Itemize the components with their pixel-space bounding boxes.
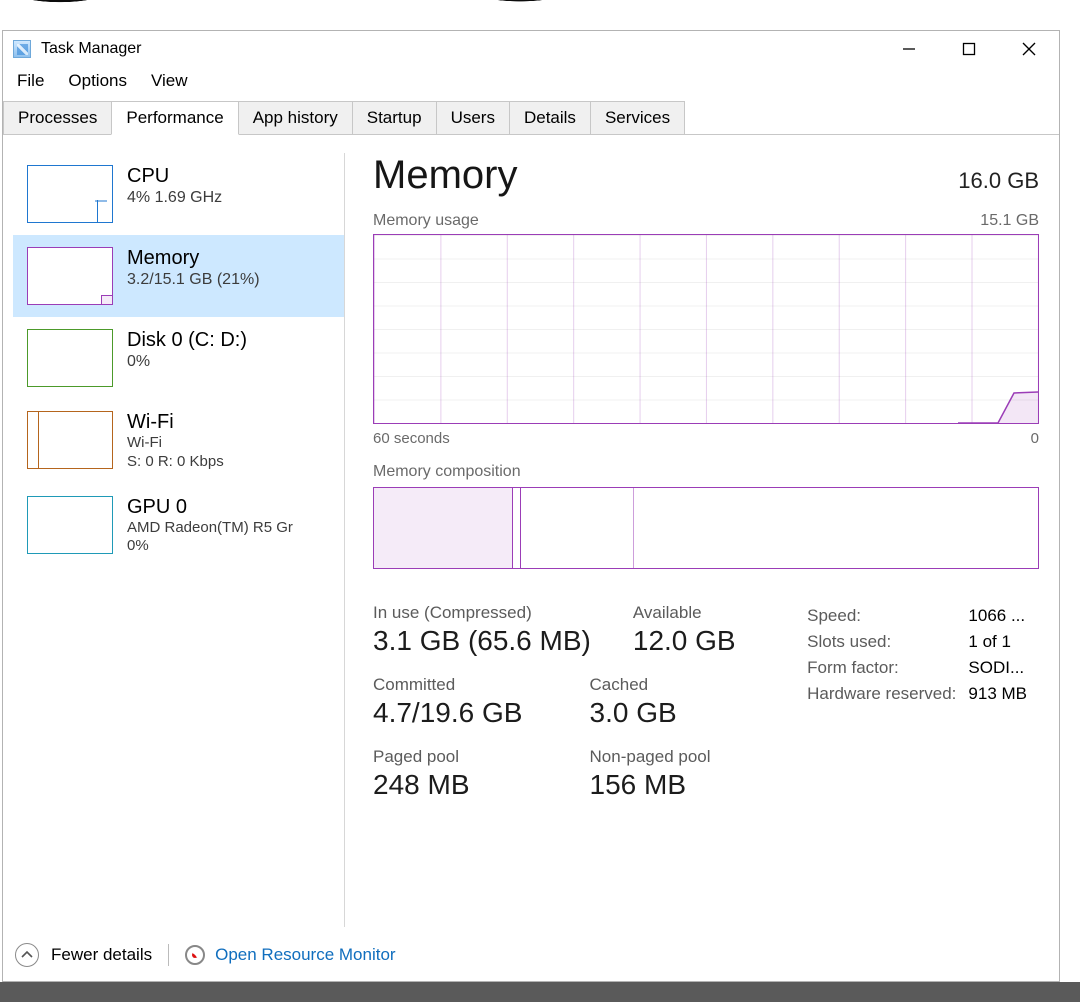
sidebar-item-memory[interactable]: Memory 3.2/15.1 GB (21%)	[13, 235, 344, 317]
composition-label: Memory composition	[373, 463, 1039, 481]
sidebar-item-gpu[interactable]: GPU 0 AMD Radeon(TM) R5 Gr 0%	[13, 484, 344, 569]
info-hw-label: Hardware reserved:	[807, 681, 968, 707]
usage-chart-label: Memory usage	[373, 212, 479, 230]
memory-composition-chart[interactable]	[373, 487, 1039, 569]
memory-usage-chart[interactable]	[373, 234, 1039, 424]
info-hw-value: 913 MB	[968, 681, 1039, 707]
titlebar[interactable]: Task Manager	[3, 31, 1059, 67]
memory-total: 16.0 GB	[958, 168, 1039, 194]
sidebar-item-sub: Wi-Fi	[127, 434, 224, 453]
footer: Fewer details Open Resource Monitor	[3, 933, 1059, 981]
menu-options[interactable]: Options	[68, 71, 127, 91]
tabs: Processes Performance App history Startu…	[3, 101, 1059, 135]
sidebar-item-sub: 0%	[127, 352, 247, 372]
info-speed-label: Speed:	[807, 603, 968, 629]
sidebar-item-label: Memory	[127, 247, 260, 270]
memory-info-table: Speed: 1066 ... Slots used: 1 of 1 Form …	[807, 603, 1039, 801]
sidebar-item-sub: AMD Radeon(TM) R5 Gr	[127, 519, 293, 538]
tab-services[interactable]: Services	[590, 101, 685, 135]
menu-file[interactable]: File	[17, 71, 44, 91]
task-manager-icon	[13, 40, 31, 58]
usage-chart-xright: 0	[1031, 430, 1039, 447]
sidebar-item-sub2: 0%	[127, 537, 293, 556]
tab-app-history[interactable]: App history	[238, 101, 353, 135]
main-panel: Memory 16.0 GB Memory usage 15.1 GB 60 s…	[345, 153, 1045, 927]
usage-chart-max: 15.1 GB	[980, 212, 1039, 230]
sidebar-item-label: CPU	[127, 165, 222, 188]
sidebar-item-cpu[interactable]: CPU 4% 1.69 GHz	[13, 153, 344, 235]
sidebar-item-label: Disk 0 (C: D:)	[127, 329, 247, 352]
sidebar-item-wifi[interactable]: Wi-Fi Wi-Fi S: 0 R: 0 Kbps	[13, 399, 344, 484]
stat-cached-label: Cached	[590, 675, 736, 695]
usage-chart-xleft: 60 seconds	[373, 430, 450, 447]
wifi-thumbnail-icon	[27, 411, 113, 469]
menu-view[interactable]: View	[151, 71, 188, 91]
info-speed-value: 1066 ...	[968, 603, 1039, 629]
menubar: File Options View	[3, 67, 1059, 101]
info-form-value: SODI...	[968, 655, 1039, 681]
sidebar-item-label: GPU 0	[127, 496, 293, 519]
sidebar-item-label: Wi-Fi	[127, 411, 224, 434]
chevron-up-icon[interactable]	[15, 943, 39, 967]
window-title: Task Manager	[41, 40, 142, 58]
task-manager-window: Task Manager File Options View Processes…	[2, 30, 1060, 982]
tab-startup[interactable]: Startup	[352, 101, 437, 135]
sidebar-item-sub2: S: 0 R: 0 Kbps	[127, 453, 224, 472]
tab-performance[interactable]: Performance	[111, 101, 238, 135]
info-slots-label: Slots used:	[807, 629, 968, 655]
stat-cached-value: 3.0 GB	[590, 697, 736, 729]
stat-paged-value: 248 MB	[373, 769, 548, 801]
sidebar: CPU 4% 1.69 GHz Memory 3.2/15.1 GB (21%)…	[13, 153, 345, 927]
stat-paged-label: Paged pool	[373, 747, 548, 767]
tab-processes[interactable]: Processes	[3, 101, 112, 135]
disk-thumbnail-icon	[27, 329, 113, 387]
stat-available-label: Available	[633, 603, 736, 623]
close-button[interactable]	[999, 31, 1059, 67]
maximize-button[interactable]	[939, 31, 999, 67]
stat-available-value: 12.0 GB	[633, 625, 736, 657]
minimize-button[interactable]	[879, 31, 939, 67]
info-slots-value: 1 of 1	[968, 629, 1039, 655]
sidebar-item-disk[interactable]: Disk 0 (C: D:) 0%	[13, 317, 344, 399]
sidebar-item-sub: 3.2/15.1 GB (21%)	[127, 270, 260, 290]
tab-details[interactable]: Details	[509, 101, 591, 135]
stat-nonpaged-label: Non-paged pool	[590, 747, 736, 767]
cpu-thumbnail-icon	[27, 165, 113, 223]
gpu-thumbnail-icon	[27, 496, 113, 554]
stat-committed-label: Committed	[373, 675, 548, 695]
page-title: Memory	[373, 153, 517, 198]
stat-inuse-label: In use (Compressed)	[373, 603, 591, 623]
stat-nonpaged-value: 156 MB	[590, 769, 736, 801]
tab-users[interactable]: Users	[436, 101, 510, 135]
info-form-label: Form factor:	[807, 655, 968, 681]
stat-inuse-value: 3.1 GB (65.6 MB)	[373, 625, 591, 657]
resource-monitor-icon	[185, 945, 205, 965]
sidebar-item-sub: 4% 1.69 GHz	[127, 188, 222, 208]
stat-committed-value: 4.7/19.6 GB	[373, 697, 548, 729]
open-resource-monitor-link[interactable]: Open Resource Monitor	[215, 945, 395, 965]
memory-thumbnail-icon	[27, 247, 113, 305]
fewer-details-link[interactable]: Fewer details	[51, 945, 152, 965]
